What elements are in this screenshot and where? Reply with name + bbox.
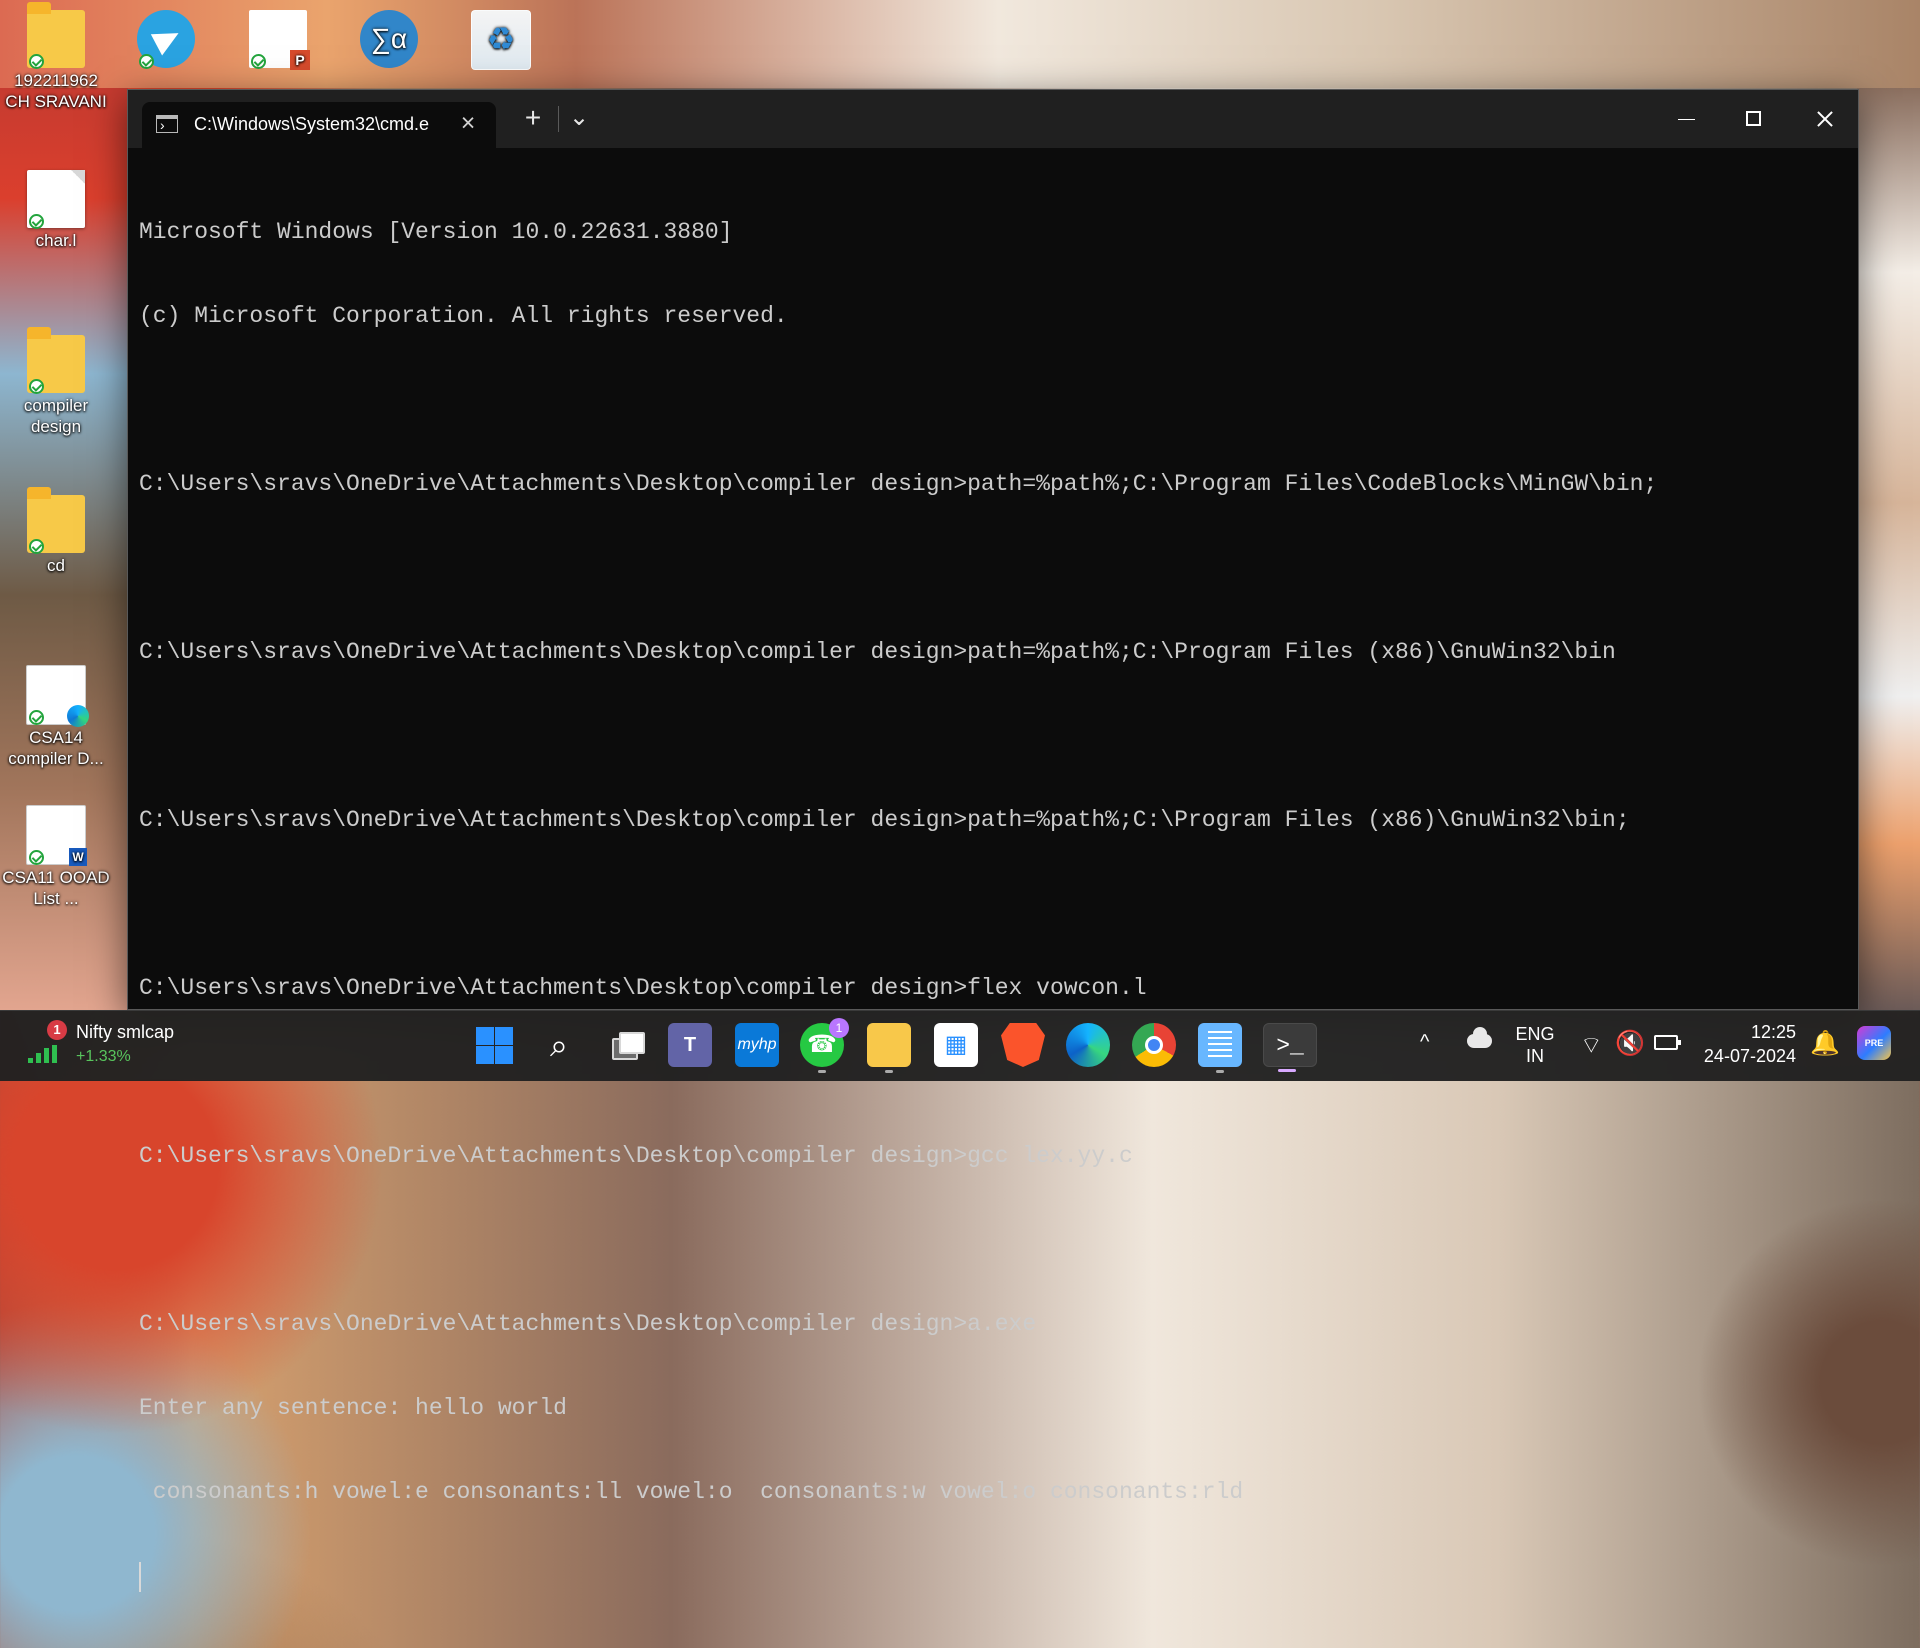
console-line: C:\Users\sravs\OneDrive\Attachments\Desk…: [139, 975, 1147, 1001]
folder-icon: [27, 2, 85, 69]
math-app-icon: ∑α: [360, 10, 418, 68]
desktop-icon-math[interactable]: ∑α: [333, 10, 445, 70]
console-line: (c) Microsoft Corporation. All rights re…: [139, 303, 788, 329]
terminal-glyph: >_: [1276, 1033, 1304, 1059]
desktop-wallpaper-right: [1857, 88, 1920, 1010]
battery-icon[interactable]: [1654, 1035, 1681, 1050]
desktop-icon-telegram[interactable]: [110, 10, 222, 70]
console-line: C:\Users\sravs\OneDrive\Attachments\Desk…: [139, 1311, 1037, 1337]
command-prompt-window[interactable]: C:\Windows\System32\cmd.e × + ⌄ Microsof…: [127, 89, 1859, 1592]
notepad-icon[interactable]: [1198, 1023, 1242, 1073]
task-view-icon[interactable]: [603, 1023, 647, 1067]
terminal-taskbar-icon[interactable]: >_: [1263, 1023, 1317, 1072]
onedrive-icon[interactable]: [1467, 1027, 1492, 1048]
desktop-icon-char-l[interactable]: char.l: [0, 170, 112, 251]
running-indicator: [1216, 1070, 1224, 1073]
close-window-button[interactable]: [1790, 90, 1858, 148]
console-output[interactable]: Microsoft Windows [Version 10.0.22631.38…: [139, 162, 1838, 1648]
brave-browser-icon[interactable]: [1001, 1023, 1045, 1067]
desktop-icon-label: char.l: [35, 231, 77, 250]
console-line: Microsoft Windows [Version 10.0.22631.38…: [139, 219, 733, 245]
new-tab-button[interactable]: +: [512, 98, 554, 138]
whatsapp-notification-badge: 1: [829, 1018, 849, 1038]
active-app-indicator: [1278, 1069, 1296, 1072]
console-line: consonants:h vowel:e consonants:ll vowel…: [139, 1479, 1244, 1505]
desktop-icon-label: CSA11 OOAD List ...: [2, 868, 110, 908]
folder-icon: [27, 487, 85, 554]
widget-notification-badge: 1: [47, 1020, 67, 1040]
tab-title: C:\Windows\System32\cmd.e: [194, 114, 430, 134]
clock[interactable]: 12:25 24-07-2024: [1700, 1020, 1796, 1068]
widget-title: Nifty smlcap: [76, 1022, 175, 1042]
desktop-icon-label: CSA14 compiler D...: [8, 728, 104, 768]
myhp-icon[interactable]: myhp: [735, 1023, 779, 1067]
terminal-tab-cmd[interactable]: C:\Windows\System32\cmd.e ×: [142, 102, 496, 148]
desktop-icon-csa14[interactable]: CSA14 compiler D...: [0, 665, 112, 769]
command-prompt-icon: [156, 115, 178, 133]
file-explorer-icon[interactable]: [867, 1023, 911, 1073]
windows-taskbar[interactable]: 1 Nifty smlcap +1.33% ⌕ T myhp ☎ 1 ▦ >_ …: [0, 1010, 1920, 1081]
powerpoint-file-icon: [249, 10, 310, 70]
chrome-browser-icon[interactable]: [1132, 1023, 1176, 1067]
running-indicator: [818, 1070, 826, 1073]
market-chart-icon: [28, 1045, 62, 1063]
region-code: IN: [1526, 1046, 1544, 1066]
minimize-button[interactable]: [1651, 90, 1719, 148]
tab-dropdown-button[interactable]: ⌄: [558, 98, 600, 138]
console-line: C:\Users\sravs\OneDrive\Attachments\Desk…: [139, 471, 1658, 497]
language-switcher[interactable]: ENG IN: [1510, 1023, 1560, 1067]
time-text: 12:25: [1750, 1022, 1796, 1042]
file-icon: [27, 170, 85, 229]
microsoft-store-icon[interactable]: ▦: [934, 1023, 978, 1067]
show-hidden-icons-button[interactable]: ^: [1420, 1031, 1429, 1054]
start-button[interactable]: [472, 1023, 516, 1067]
text-cursor[interactable]: [139, 1562, 141, 1592]
desktop-icon-label: compiler design: [23, 396, 89, 436]
terminal-title-bar[interactable]: C:\Windows\System32\cmd.e × + ⌄: [128, 90, 1858, 148]
search-icon[interactable]: ⌕: [537, 1023, 581, 1067]
market-widget[interactable]: 1 Nifty smlcap +1.33%: [28, 1020, 198, 1069]
edge-document-icon: [26, 665, 89, 727]
copilot-icon[interactable]: PRE: [1857, 1026, 1891, 1060]
desktop-icon-compiler-design[interactable]: compiler design: [0, 327, 112, 437]
console-line: Enter any sentence: hello world: [139, 1395, 567, 1421]
notification-bell-icon[interactable]: 🔔: [1810, 1029, 1840, 1058]
desktop-icon-sravani[interactable]: 192211962 CH SRAVANI: [0, 2, 112, 112]
telegram-icon: [137, 10, 195, 69]
language-code: ENG: [1515, 1024, 1555, 1044]
tab-close-button[interactable]: ×: [454, 109, 482, 137]
date-text: 24-07-2024: [1703, 1046, 1796, 1066]
wifi-icon[interactable]: ⌔: [1580, 1030, 1603, 1060]
desktop-icon-powerpoint[interactable]: [222, 10, 334, 70]
console-line: C:\Users\sravs\OneDrive\Attachments\Desk…: [139, 1143, 1133, 1169]
muted-speaker-icon[interactable]: 🔇: [1615, 1029, 1645, 1058]
desktop-icon-label: 192211962 CH SRAVANI: [5, 71, 107, 111]
desktop-icon-label: cd: [47, 556, 65, 575]
folder-icon: [27, 327, 85, 394]
widget-value: +1.33%: [76, 1048, 131, 1065]
recycle-bin-icon: ♻: [471, 10, 531, 70]
whatsapp-icon[interactable]: ☎ 1: [800, 1018, 849, 1073]
desktop-icon-recycle-bin[interactable]: ♻: [445, 10, 557, 72]
edge-browser-icon[interactable]: [1066, 1023, 1110, 1067]
console-line: C:\Users\sravs\OneDrive\Attachments\Desk…: [139, 807, 1630, 833]
running-indicator: [885, 1070, 893, 1073]
desktop-icon-csa11[interactable]: CSA11 OOAD List ...: [0, 805, 112, 909]
desktop-icon-cd[interactable]: cd: [0, 487, 112, 576]
teams-icon[interactable]: T: [668, 1023, 712, 1067]
console-line: C:\Users\sravs\OneDrive\Attachments\Desk…: [139, 639, 1616, 665]
maximize-button[interactable]: [1720, 90, 1788, 148]
word-document-icon: [26, 805, 87, 866]
